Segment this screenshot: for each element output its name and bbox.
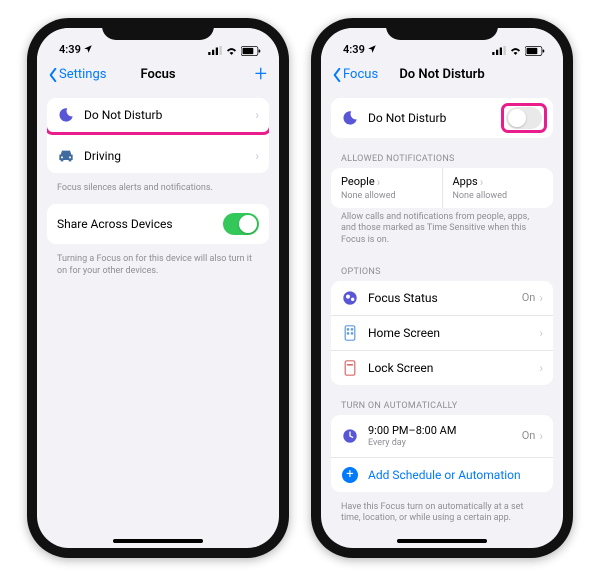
share-group: Share Across Devices [47, 204, 269, 244]
screen-dnd: 4:39 Focus Do Not Disturb [321, 28, 563, 548]
chevron-right-icon: › [255, 108, 259, 122]
chevron-right-icon: › [255, 149, 259, 163]
battery-icon [241, 46, 261, 56]
focus-modes-group: Do Not Disturb › Driving › [47, 98, 269, 173]
auto-header: TURN ON AUTOMATICALLY [331, 391, 553, 415]
focus-footer: Focus silences alerts and notifications. [47, 179, 269, 205]
home-indicator[interactable] [113, 539, 203, 543]
options-group: Focus Status On › Home Screen › Lock Scr… [331, 281, 553, 385]
chevron-right-icon: › [539, 429, 543, 443]
focus-status-icon [342, 290, 358, 306]
highlight-dnd: Do Not Disturb › [47, 98, 269, 135]
nav-title: Focus [140, 67, 175, 82]
lock-screen-icon [344, 360, 356, 376]
row-label: Do Not Disturb [84, 108, 255, 122]
phone-left: 4:39 Settings Focus + [27, 18, 289, 558]
phone-right: 4:39 Focus Do Not Disturb [311, 18, 573, 558]
content: Do Not Disturb ALLOWED NOTIFICATIONS Peo… [321, 92, 563, 548]
allowed-footer: Allow calls and notifications from peopl… [331, 208, 553, 257]
row-label: Focus Status [368, 291, 522, 305]
back-button[interactable]: Focus [333, 67, 378, 82]
row-lock-screen[interactable]: Lock Screen › [331, 350, 553, 385]
screen-focus: 4:39 Settings Focus + [37, 28, 279, 548]
share-footer: Turning a Focus on for this device will … [47, 250, 269, 287]
chevron-left-icon [49, 68, 57, 82]
signal-icon [208, 46, 222, 55]
chevron-left-icon [333, 68, 341, 82]
add-button[interactable]: + [255, 64, 267, 86]
back-button[interactable]: Settings [49, 67, 106, 82]
chevron-right-icon: › [539, 326, 543, 340]
wifi-icon [509, 46, 522, 56]
plus-circle-icon: + [342, 467, 358, 483]
row-value: On [522, 291, 536, 304]
moon-icon [58, 107, 74, 123]
dnd-toggle-group: Do Not Disturb [331, 98, 553, 138]
home-indicator[interactable] [397, 539, 487, 543]
notch [386, 18, 498, 40]
chevron-right-icon: › [539, 291, 543, 305]
row-share-devices: Share Across Devices [47, 204, 269, 244]
row-schedule[interactable]: 9:00 PM–8:00 AM Every day On › [331, 415, 553, 457]
row-label: Home Screen [368, 326, 539, 340]
signal-icon [492, 46, 506, 55]
highlight-toggle [501, 103, 547, 133]
row-driving[interactable]: Driving › [47, 139, 269, 173]
row-dnd-toggle: Do Not Disturb [331, 98, 553, 138]
add-schedule-label: Add Schedule or Automation [368, 468, 543, 482]
schedule-sub: Every day [368, 438, 522, 448]
share-toggle[interactable] [223, 213, 259, 235]
status-time: 4:39 [343, 43, 365, 56]
people-cell[interactable]: People› None allowed [331, 168, 442, 208]
wifi-icon [225, 46, 238, 56]
content: Do Not Disturb › Driving › Focus silence… [37, 92, 279, 548]
people-sub: None allowed [341, 191, 432, 201]
chevron-right-icon: › [377, 175, 381, 189]
row-do-not-disturb[interactable]: Do Not Disturb › [47, 98, 269, 132]
apps-cell[interactable]: Apps› None allowed [442, 168, 554, 208]
options-header: OPTIONS [331, 257, 553, 281]
nav-title: Do Not Disturb [399, 67, 484, 82]
location-icon [367, 44, 377, 54]
moon-icon [342, 110, 358, 126]
row-label: Driving [84, 149, 255, 163]
apps-sub: None allowed [453, 191, 544, 201]
nav-bar: Settings Focus + [37, 58, 279, 92]
notch [102, 18, 214, 40]
row-home-screen[interactable]: Home Screen › [331, 315, 553, 350]
row-add-schedule[interactable]: + Add Schedule or Automation [331, 457, 553, 492]
row-value: On [522, 429, 536, 442]
battery-icon [525, 46, 545, 56]
chevron-right-icon: › [539, 361, 543, 375]
row-label: Do Not Disturb [368, 111, 505, 125]
row-label: Lock Screen [368, 361, 539, 375]
dnd-toggle[interactable] [506, 107, 542, 129]
auto-group: 9:00 PM–8:00 AM Every day On › + Add Sch… [331, 415, 553, 492]
schedule-time: 9:00 PM–8:00 AM [368, 424, 522, 437]
row-focus-status[interactable]: Focus Status On › [331, 281, 553, 315]
car-icon [58, 149, 74, 163]
home-screen-icon [344, 325, 356, 341]
clock-icon [342, 428, 358, 444]
status-time: 4:39 [59, 43, 81, 56]
chevron-right-icon: › [480, 175, 484, 189]
nav-bar: Focus Do Not Disturb [321, 58, 563, 92]
row-label: Share Across Devices [57, 217, 223, 231]
auto-footer: Have this Focus turn on automatically at… [331, 498, 553, 535]
allowed-group: People› None allowed Apps› None allowed [331, 168, 553, 208]
allowed-header: ALLOWED NOTIFICATIONS [331, 144, 553, 168]
location-icon [83, 44, 93, 54]
